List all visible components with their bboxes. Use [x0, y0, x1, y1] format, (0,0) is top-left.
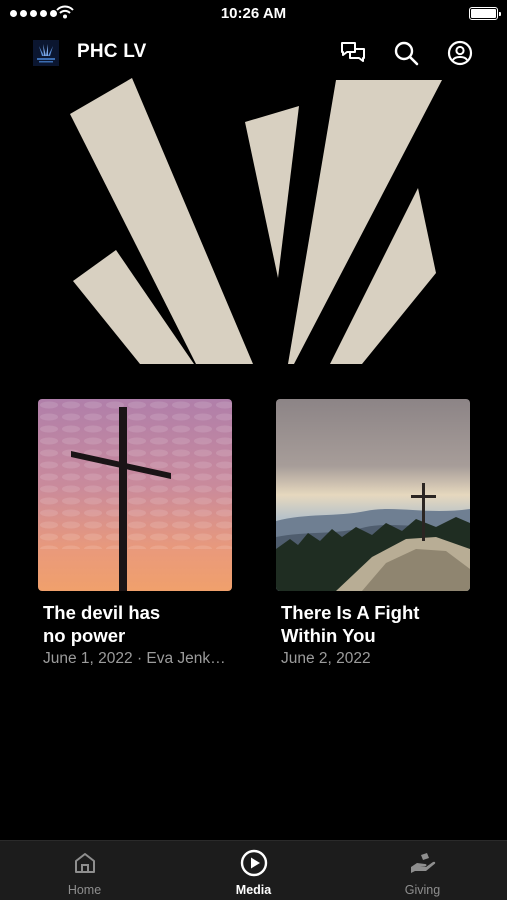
church-logo [33, 40, 59, 66]
card-title-line: no power [43, 625, 126, 646]
card-title: There Is A Fight Within You [276, 601, 470, 647]
status-bar: 10:26 AM [0, 0, 507, 28]
search-icon[interactable] [391, 38, 421, 68]
tab-label: Home [67, 883, 102, 897]
tab-bar: Home Media Giving [0, 840, 507, 900]
card-meta: June 1, 2022 · Eva Jenkins [43, 650, 228, 667]
card-title: The devil has no power [38, 601, 232, 647]
battery-icon [469, 7, 501, 20]
status-time: 10:26 AM [220, 5, 287, 22]
tab-media[interactable]: Media [169, 841, 338, 900]
tab-home[interactable]: Home [0, 841, 169, 900]
media-card[interactable]: The devil has no power June 1, 2022 · Ev… [38, 399, 232, 668]
chat-icon[interactable] [338, 38, 368, 68]
home-icon [71, 849, 99, 877]
media-card[interactable]: There Is A Fight Within You June 2, 2022 [276, 399, 470, 668]
card-title-line: Within You [281, 625, 376, 646]
tab-giving[interactable]: Giving [338, 841, 507, 900]
account-icon[interactable] [445, 38, 475, 68]
giving-hand-icon [409, 849, 437, 877]
app-header: PHC LV [0, 28, 507, 78]
church-banner-graphic [70, 78, 442, 364]
tab-label: Media [235, 883, 272, 897]
sermon-thumbnail-cross-mountain[interactable] [276, 399, 470, 591]
sermon-thumbnail-cross-sunset[interactable] [38, 399, 232, 591]
play-circle-icon [240, 849, 268, 877]
card-title-line: There Is A Fight [281, 602, 420, 623]
card-meta: June 2, 2022 [281, 650, 371, 667]
card-title-line: The devil has [43, 602, 161, 623]
app-title: PHC LV [77, 41, 147, 62]
tab-label: Giving [404, 883, 441, 897]
